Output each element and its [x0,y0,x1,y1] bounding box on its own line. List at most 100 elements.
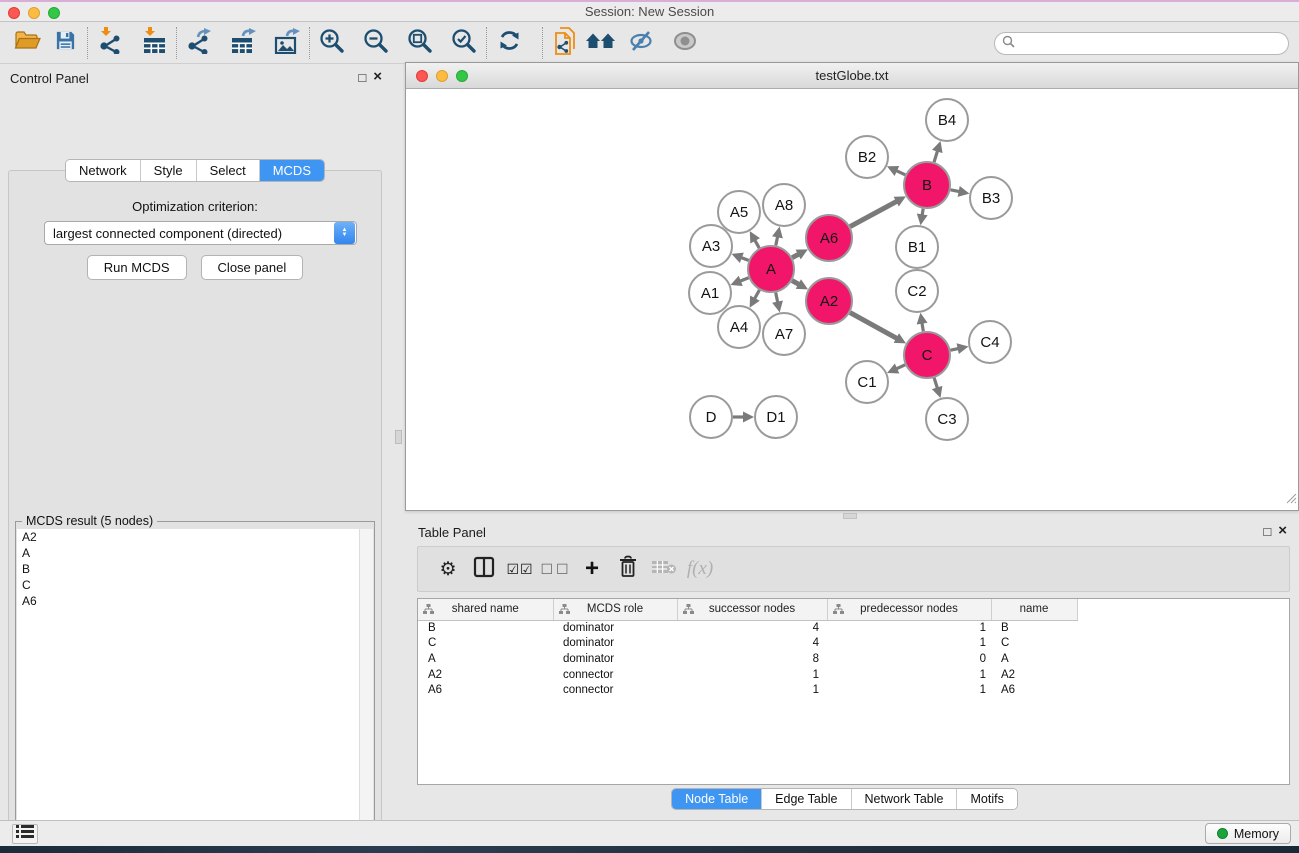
refresh-button[interactable] [494,27,524,59]
cell-name[interactable]: A6 [991,683,1077,699]
close-panel-button[interactable]: Close panel [201,255,304,280]
network-zoom-button[interactable] [456,70,468,82]
vertical-split-handle[interactable] [395,430,402,444]
node-B2[interactable]: B2 [846,136,888,178]
cell-shared_name[interactable]: B [418,620,553,636]
table-panel-float-icon[interactable]: □ [1263,524,1271,539]
cell-mcds_role[interactable]: dominator [553,620,677,636]
table-row[interactable]: A2connector11A2 [418,668,1077,684]
import-network-button[interactable] [95,27,125,59]
column-header-predecessor-nodes[interactable]: predecessor nodes [827,599,991,620]
open-session-button[interactable] [12,27,42,59]
control-panel-close-icon[interactable]: × [373,70,382,85]
tab-network-table[interactable]: Network Table [851,789,957,809]
node-B1[interactable]: B1 [896,226,938,268]
cell-mcds_role[interactable]: connector [553,668,677,684]
node-D1[interactable]: D1 [755,396,797,438]
memory-button[interactable]: Memory [1205,823,1291,844]
cell-shared_name[interactable]: A2 [418,668,553,684]
export-network-button[interactable] [184,27,214,59]
unselect-all-columns-button[interactable]: ☐☐ [538,553,574,585]
column-header-mcds-role[interactable]: MCDS role [553,599,677,620]
node-C2[interactable]: C2 [896,270,938,312]
table-row[interactable]: Cdominator41C [418,636,1077,652]
tab-style[interactable]: Style [140,160,196,181]
node-A4[interactable]: A4 [718,306,760,348]
export-table-button[interactable] [228,27,258,59]
save-session-button[interactable] [50,27,80,59]
node-C3[interactable]: C3 [926,398,968,440]
network-close-button[interactable] [416,70,428,82]
node-B3[interactable]: B3 [970,177,1012,219]
mcds-result-item[interactable]: A [17,545,359,561]
zoom-out-button[interactable] [361,27,391,59]
column-header-shared-name[interactable]: shared name [418,599,553,620]
hide-details-button[interactable] [626,27,656,59]
tab-mcds[interactable]: MCDS [259,160,324,181]
cell-successor[interactable]: 1 [677,683,827,699]
node-A2[interactable]: A2 [806,278,852,324]
node-A6[interactable]: A6 [806,215,852,261]
zoom-in-button[interactable] [317,27,347,59]
zoom-fit-button[interactable] [405,27,435,59]
column-header-successor-nodes[interactable]: successor nodes [677,599,827,620]
cell-predecessor[interactable]: 1 [827,636,991,652]
node-table[interactable]: shared name MCDS role successor nodes pr… [417,598,1290,785]
node-C[interactable]: C [904,332,950,378]
table-row[interactable]: Adominator80A [418,652,1077,668]
cell-predecessor[interactable]: 1 [827,668,991,684]
mcds-result-list[interactable]: A2ABCA6 [17,529,359,853]
cell-name[interactable]: B [991,620,1077,636]
node-A1[interactable]: A1 [689,272,731,314]
delete-table-button[interactable] [646,553,682,585]
cell-name[interactable]: A [991,652,1077,668]
network-canvas[interactable]: B4B2BB3B1A5A8A6A3AA1A2C2A4A7CC4C1C3DD1 [406,89,1298,510]
add-column-button[interactable]: + [574,553,610,585]
show-details-button[interactable] [670,27,700,59]
cell-successor[interactable]: 4 [677,620,827,636]
search-input[interactable] [1019,37,1288,51]
cell-name[interactable]: C [991,636,1077,652]
cell-successor[interactable]: 4 [677,636,827,652]
zoom-selected-button[interactable] [449,27,479,59]
export-image-button[interactable] [272,27,302,59]
mcds-result-item[interactable]: A6 [17,593,359,609]
run-mcds-button[interactable]: Run MCDS [87,255,187,280]
table-panel-close-icon[interactable]: × [1278,524,1287,539]
tab-select[interactable]: Select [196,160,259,181]
tab-network[interactable]: Network [66,160,140,181]
close-window-button[interactable] [8,7,20,19]
cell-mcds_role[interactable]: dominator [553,636,677,652]
cell-name[interactable]: A2 [991,668,1077,684]
tab-motifs[interactable]: Motifs [956,789,1016,809]
cell-shared_name[interactable]: C [418,636,553,652]
zoom-window-button[interactable] [48,7,60,19]
node-A3[interactable]: A3 [690,225,732,267]
delete-column-button[interactable] [610,553,646,585]
cell-shared_name[interactable]: A6 [418,683,553,699]
import-table-button[interactable] [139,27,169,59]
cell-mcds_role[interactable]: dominator [553,652,677,668]
cell-predecessor[interactable]: 1 [827,620,991,636]
node-D[interactable]: D [690,396,732,438]
node-C4[interactable]: C4 [969,321,1011,363]
home-views-button[interactable] [586,27,616,59]
mcds-result-scrollbar[interactable] [359,529,373,853]
cell-predecessor[interactable]: 1 [827,683,991,699]
optimization-criterion-dropdown[interactable]: largest connected component (directed) ▲… [44,221,357,245]
table-row[interactable]: Bdominator41B [418,620,1077,636]
column-settings-button[interactable]: ⚙ [430,553,466,585]
mcds-result-item[interactable]: B [17,561,359,577]
node-A8[interactable]: A8 [763,184,805,226]
network-minimize-button[interactable] [436,70,448,82]
node-A7[interactable]: A7 [763,313,805,355]
control-panel-float-icon[interactable]: □ [358,70,366,85]
node-B[interactable]: B [904,162,950,208]
search-field[interactable] [994,32,1289,55]
mcds-result-item[interactable]: A2 [17,529,359,545]
task-history-button[interactable] [12,824,38,844]
mcds-result-item[interactable]: C [17,577,359,593]
column-header-name[interactable]: name [991,599,1077,620]
network-window-titlebar[interactable]: testGlobe.txt [406,63,1298,89]
function-builder-button[interactable]: f(x) [682,553,718,585]
